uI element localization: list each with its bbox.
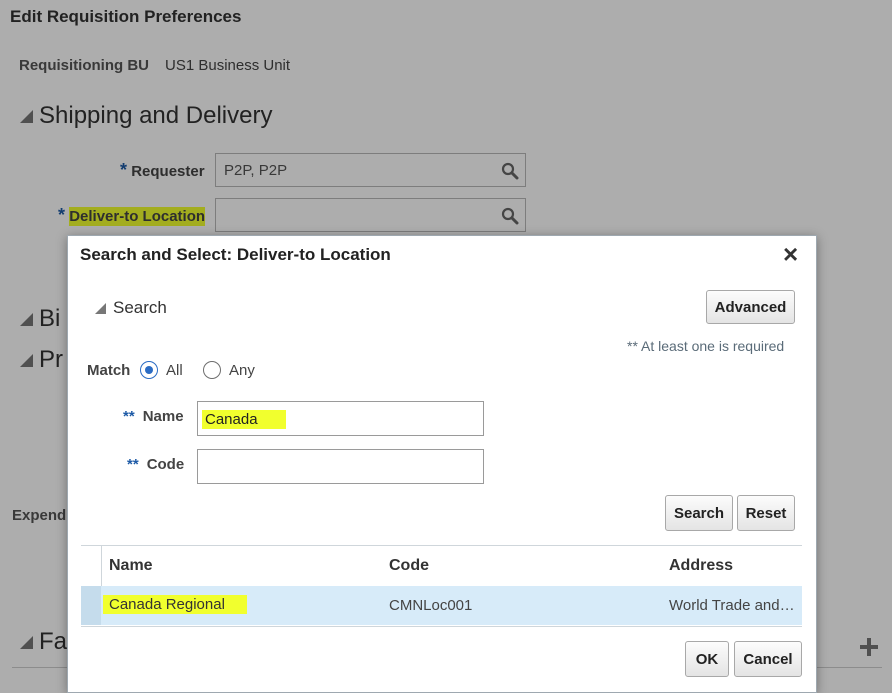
row-selector[interactable] [81, 586, 101, 625]
close-icon[interactable]: × [783, 239, 798, 270]
search-button[interactable]: Search [665, 495, 733, 531]
name-label-group: ** Name [123, 408, 184, 425]
row-header-gutter [81, 546, 102, 586]
dialog-title: Search and Select: Deliver-to Location [80, 245, 391, 264]
table-cell-name: Canada Regional [103, 595, 247, 614]
match-any-label[interactable]: Any [229, 362, 255, 379]
match-all-label[interactable]: All [166, 362, 183, 379]
collapse-triangle-icon [95, 303, 106, 315]
name-input[interactable]: Canada [197, 401, 484, 436]
match-any-radio[interactable] [203, 361, 221, 379]
required-double-asterisk: ** [127, 456, 139, 473]
required-double-asterisk: ** [123, 408, 135, 425]
results-table: Name Code Address Canada Regional CMNLoc… [81, 545, 802, 627]
cancel-button[interactable]: Cancel [734, 641, 802, 677]
reset-button[interactable]: Reset [737, 495, 795, 531]
advanced-button[interactable]: Advanced [706, 290, 795, 324]
required-note: ** At least one is required [627, 338, 785, 354]
code-label: Code [146, 456, 185, 473]
code-input[interactable] [197, 449, 484, 484]
search-section-title: Search [113, 298, 167, 317]
code-label-group: ** Code [127, 456, 184, 473]
table-row[interactable]: Canada Regional CMNLoc001 World Trade an… [81, 586, 802, 625]
table-cell-code: CMNLoc001 [389, 597, 473, 614]
column-header-address[interactable]: Address [669, 557, 733, 575]
table-cell-address: World Trade and… [669, 597, 795, 614]
ok-button[interactable]: OK [685, 641, 729, 677]
search-section-header[interactable]: Search [95, 298, 167, 318]
name-label: Name [142, 408, 184, 425]
search-select-dialog: Search and Select: Deliver-to Location ×… [67, 235, 817, 693]
match-label: Match [87, 362, 131, 379]
cell-name-value: Canada Regional [103, 595, 247, 614]
table-header-row: Name Code Address [81, 546, 802, 587]
column-header-name[interactable]: Name [109, 557, 153, 575]
column-header-code[interactable]: Code [389, 557, 429, 575]
name-input-value: Canada [202, 410, 286, 429]
match-all-radio[interactable] [140, 361, 158, 379]
